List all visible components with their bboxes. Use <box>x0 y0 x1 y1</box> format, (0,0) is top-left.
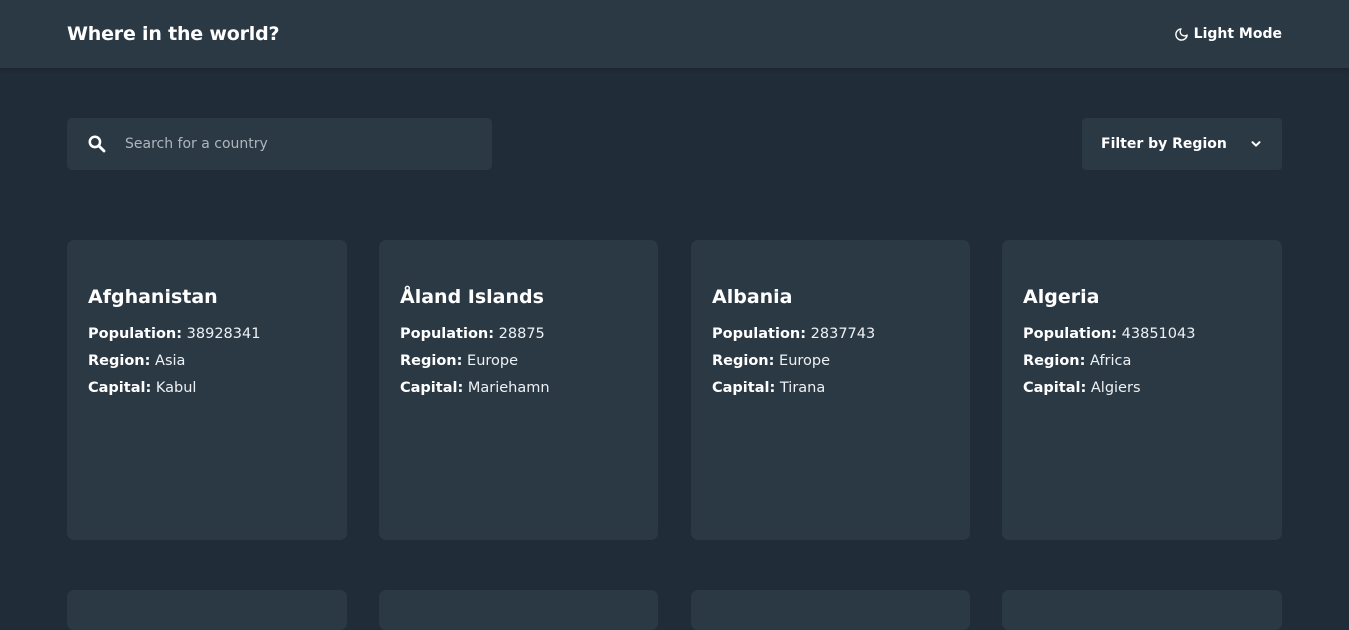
country-population: Population: 43851043 <box>1023 321 1262 348</box>
region-value: Europe <box>467 353 519 369</box>
theme-toggle-label: Light Mode <box>1193 26 1282 42</box>
country-name: Åland Islands <box>400 286 544 308</box>
capital-label: Capital: <box>712 380 776 396</box>
capital-value: Kabul <box>155 380 197 396</box>
country-region: Region: Europe <box>400 348 638 375</box>
country-name: Albania <box>712 286 793 308</box>
country-population: Population: 28875 <box>400 321 638 348</box>
country-population: Population: 2837743 <box>712 321 950 348</box>
capital-value: Algiers <box>1090 380 1141 396</box>
country-card[interactable]: Albania Population: 2837743 Region: Euro… <box>691 240 970 540</box>
region-label: Region: <box>88 353 151 369</box>
search-icon <box>88 135 106 153</box>
capital-label: Capital: <box>1023 380 1087 396</box>
country-card[interactable]: Afghanistan Population: 38928341 Region:… <box>67 240 347 540</box>
population-label: Population: <box>88 326 183 342</box>
capital-label: Capital: <box>88 380 152 396</box>
header: Where in the world? Light Mode <box>0 0 1349 68</box>
population-label: Population: <box>400 326 495 342</box>
population-label: Population: <box>1023 326 1118 342</box>
chevron-down-icon <box>1251 141 1261 147</box>
search-bar <box>67 118 492 170</box>
region-label: Region: <box>400 353 463 369</box>
country-capital: Capital: Tirana <box>712 375 950 402</box>
region-label: Region: <box>1023 353 1086 369</box>
search-input[interactable] <box>125 118 475 170</box>
capital-label: Capital: <box>400 380 464 396</box>
country-card[interactable] <box>379 590 658 630</box>
population-label: Population: <box>712 326 807 342</box>
moon-icon <box>1174 27 1188 41</box>
country-name: Afghanistan <box>88 286 218 308</box>
region-value: Africa <box>1090 353 1132 369</box>
region-filter-dropdown[interactable]: Filter by Region <box>1082 118 1282 170</box>
country-card[interactable]: Åland Islands Population: 28875 Region: … <box>379 240 658 540</box>
population-value: 28875 <box>498 326 545 342</box>
population-value: 38928341 <box>186 326 261 342</box>
country-capital: Capital: Mariehamn <box>400 375 638 402</box>
country-region: Region: Asia <box>88 348 327 375</box>
region-value: Europe <box>779 353 831 369</box>
country-region: Region: Africa <box>1023 348 1262 375</box>
country-name: Algeria <box>1023 286 1100 308</box>
country-card[interactable] <box>691 590 970 630</box>
country-region: Region: Europe <box>712 348 950 375</box>
population-value: 2837743 <box>810 326 876 342</box>
capital-value: Tirana <box>779 380 826 396</box>
country-card[interactable] <box>67 590 347 630</box>
country-capital: Capital: Algiers <box>1023 375 1262 402</box>
population-value: 43851043 <box>1121 326 1196 342</box>
region-value: Asia <box>155 353 186 369</box>
app-title: Where in the world? <box>67 23 280 45</box>
country-population: Population: 38928341 <box>88 321 327 348</box>
capital-value: Mariehamn <box>467 380 550 396</box>
region-label: Region: <box>712 353 775 369</box>
country-capital: Capital: Kabul <box>88 375 327 402</box>
country-card[interactable] <box>1002 590 1282 630</box>
country-card[interactable]: Algeria Population: 43851043 Region: Afr… <box>1002 240 1282 540</box>
theme-toggle-button[interactable]: Light Mode <box>1174 26 1282 42</box>
region-filter-label: Filter by Region <box>1101 136 1227 152</box>
